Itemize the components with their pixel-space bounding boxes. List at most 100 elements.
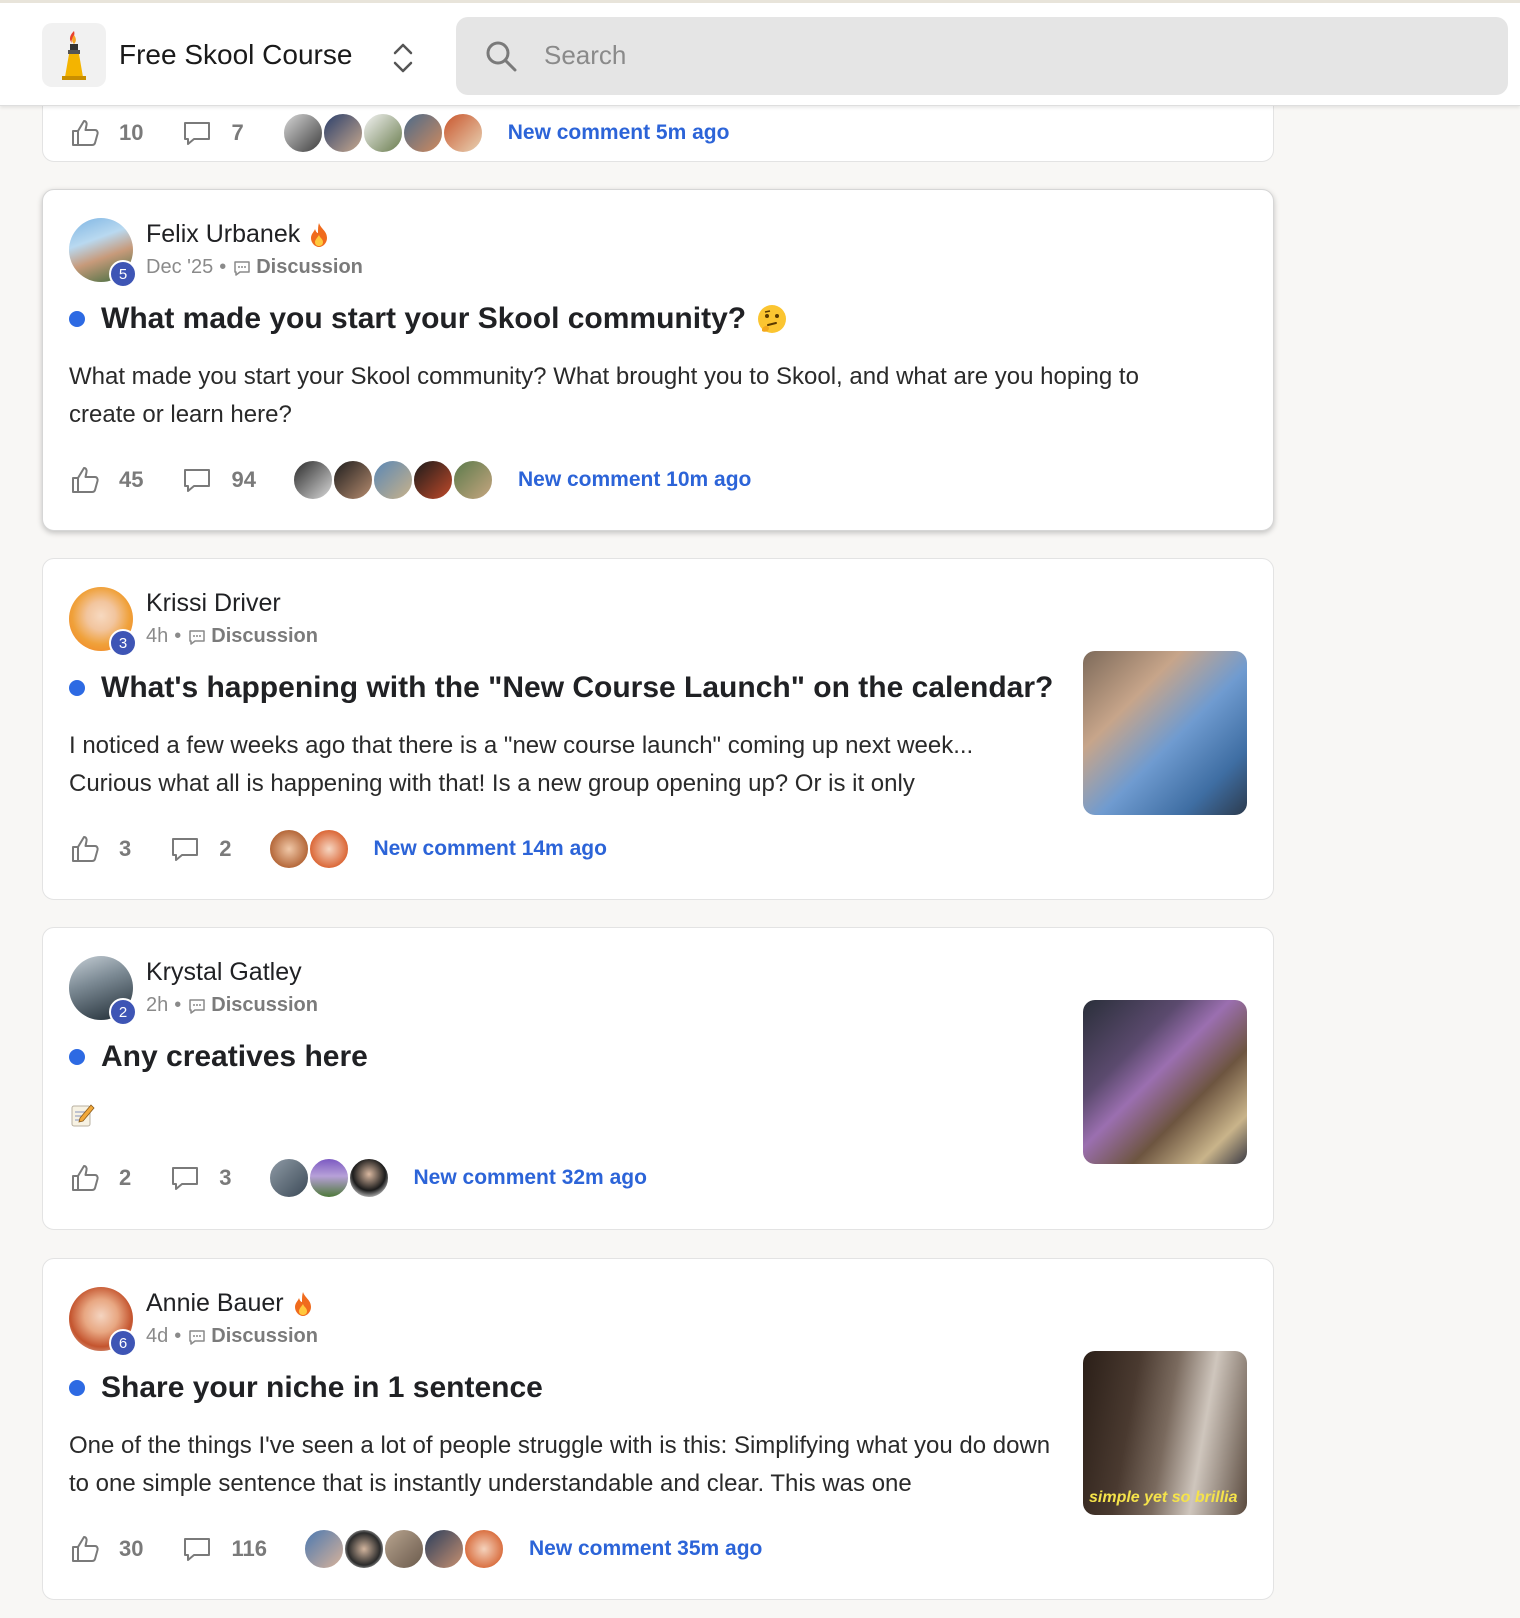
post-title[interactable]: What's happening with the "New Course La… [101, 671, 1053, 705]
post-footer: 2 3 New comment 32m ago [69, 1157, 647, 1199]
new-comment-link[interactable]: New comment 14m ago [374, 837, 607, 861]
avatar[interactable] [281, 112, 324, 154]
thumbs-up-icon[interactable] [69, 1533, 101, 1565]
post-footer: 10 7 New comment 5m ago [69, 112, 730, 154]
post-title-row[interactable]: What made you start your Skool community… [69, 302, 788, 336]
post-title-row[interactable]: Share your niche in 1 sentence [69, 1371, 543, 1405]
avatar[interactable] [441, 112, 484, 154]
post-title[interactable]: Share your niche in 1 sentence [101, 1371, 543, 1405]
post-category[interactable]: Discussion [211, 1325, 318, 1348]
avatar[interactable] [462, 1528, 505, 1570]
post-title[interactable]: Any creatives here [101, 1040, 368, 1074]
author-row: Annie Bauer [146, 1289, 314, 1318]
thumbs-up-icon[interactable] [69, 1162, 101, 1194]
avatar[interactable] [401, 112, 444, 154]
speech-bubble-icon [189, 629, 206, 645]
avatar[interactable] [361, 112, 404, 154]
thumbs-up-icon[interactable] [69, 464, 101, 496]
torch-logo-icon [62, 31, 86, 80]
search-bar[interactable] [456, 17, 1508, 95]
avatar[interactable] [307, 828, 350, 870]
author-name[interactable]: Krystal Gatley [146, 958, 302, 987]
new-comment-link[interactable]: New comment 35m ago [529, 1537, 762, 1561]
author-name[interactable]: Krissi Driver [146, 589, 281, 618]
unread-dot [69, 311, 85, 327]
author-name[interactable]: Felix Urbanek [146, 220, 300, 249]
post-footer: 45 94 New comment 10m ago [69, 459, 751, 501]
avatar[interactable] [291, 459, 334, 501]
chevron-up-down-icon[interactable] [390, 41, 416, 75]
post-time[interactable]: 4d [146, 1325, 168, 1348]
post-footer: 3 2 New comment 14m ago [69, 828, 607, 870]
comment-count: 7 [231, 120, 244, 145]
avatar[interactable] [331, 459, 374, 501]
post-time[interactable]: 2h [146, 994, 168, 1017]
post-time[interactable]: Dec '25 [146, 256, 213, 279]
post-card[interactable]: 3 Krissi Driver 4h • Discussion What's h… [42, 558, 1274, 900]
post-body[interactable]: One of the things I've seen a lot of peo… [69, 1427, 1054, 1503]
post-thumbnail[interactable] [1083, 651, 1247, 815]
comment-icon[interactable] [169, 833, 201, 865]
post-title-row[interactable]: Any creatives here [69, 1040, 368, 1074]
author-name[interactable]: Annie Bauer [146, 1289, 284, 1318]
post-card[interactable]: 6 Annie Bauer 4d • Discussion Share your… [42, 1258, 1274, 1600]
avatar[interactable] [411, 459, 454, 501]
post-title[interactable]: What made you start your Skool community… [101, 302, 746, 336]
level-badge: 6 [109, 1329, 137, 1357]
comment-icon[interactable] [169, 1162, 201, 1194]
avatar[interactable] [302, 1528, 345, 1570]
avatar[interactable] [321, 112, 364, 154]
avatar[interactable] [347, 1157, 390, 1199]
comment-icon[interactable] [181, 1533, 213, 1565]
comment-icon[interactable] [181, 117, 213, 149]
memo-icon [71, 1104, 95, 1127]
post-body[interactable]: What made you start your Skool community… [69, 358, 1209, 434]
avatar[interactable] [382, 1528, 425, 1570]
avatar[interactable] [371, 459, 414, 501]
avatar[interactable] [267, 1157, 310, 1199]
commenter-avatars [302, 1528, 505, 1570]
community-logo[interactable] [42, 23, 106, 87]
avatar[interactable] [342, 1528, 385, 1570]
like-count: 30 [119, 1536, 144, 1561]
new-comment-link[interactable]: New comment 5m ago [508, 121, 730, 145]
post-body[interactable]: I noticed a few weeks ago that there is … [69, 727, 1029, 803]
post-thumbnail[interactable]: simple yet so brillia [1083, 1351, 1247, 1515]
post-meta: Dec '25 • Discussion [146, 256, 363, 279]
new-comment-link[interactable]: New comment 32m ago [414, 1166, 647, 1190]
search-icon [486, 41, 517, 72]
comment-count: 94 [231, 467, 256, 492]
new-comment-link[interactable]: New comment 10m ago [518, 468, 751, 492]
post-meta: 4d • Discussion [146, 1325, 318, 1348]
author-row: Krystal Gatley [146, 958, 302, 987]
fire-icon [311, 222, 328, 247]
search-input[interactable] [544, 35, 1444, 75]
thumbs-up-icon[interactable] [69, 833, 101, 865]
avatar[interactable] [422, 1528, 465, 1570]
speech-bubble-icon [189, 998, 206, 1014]
avatar[interactable] [267, 828, 310, 870]
commenter-avatars [267, 1157, 390, 1199]
post-card[interactable]: 5 Felix Urbanek Dec '25 • Discussion Wha… [42, 189, 1274, 531]
post-thumbnail[interactable] [1083, 1000, 1247, 1164]
thumbs-up-icon[interactable] [69, 117, 101, 149]
post-category[interactable]: Discussion [211, 625, 318, 648]
fire-icon [294, 1291, 311, 1316]
avatar[interactable] [307, 1157, 350, 1199]
avatar[interactable] [451, 459, 494, 501]
like-count: 45 [119, 467, 144, 492]
post-card[interactable]: 2 Krystal Gatley 2h • Discussion Any cre… [42, 927, 1274, 1230]
level-badge: 3 [109, 629, 137, 657]
level-badge: 5 [109, 260, 137, 288]
post-category[interactable]: Discussion [256, 256, 363, 279]
post-time[interactable]: 4h [146, 625, 168, 648]
like-count: 3 [119, 836, 132, 861]
commenter-avatars [291, 459, 494, 501]
comment-icon[interactable] [181, 464, 213, 496]
post-category[interactable]: Discussion [211, 994, 318, 1017]
community-name[interactable]: Free Skool Course [119, 39, 352, 71]
thumbnail-caption: simple yet so brillia [1089, 1489, 1238, 1506]
post-title-row[interactable]: What's happening with the "New Course La… [69, 671, 1053, 705]
post-meta: 4h • Discussion [146, 625, 318, 648]
level-badge: 2 [109, 998, 137, 1026]
